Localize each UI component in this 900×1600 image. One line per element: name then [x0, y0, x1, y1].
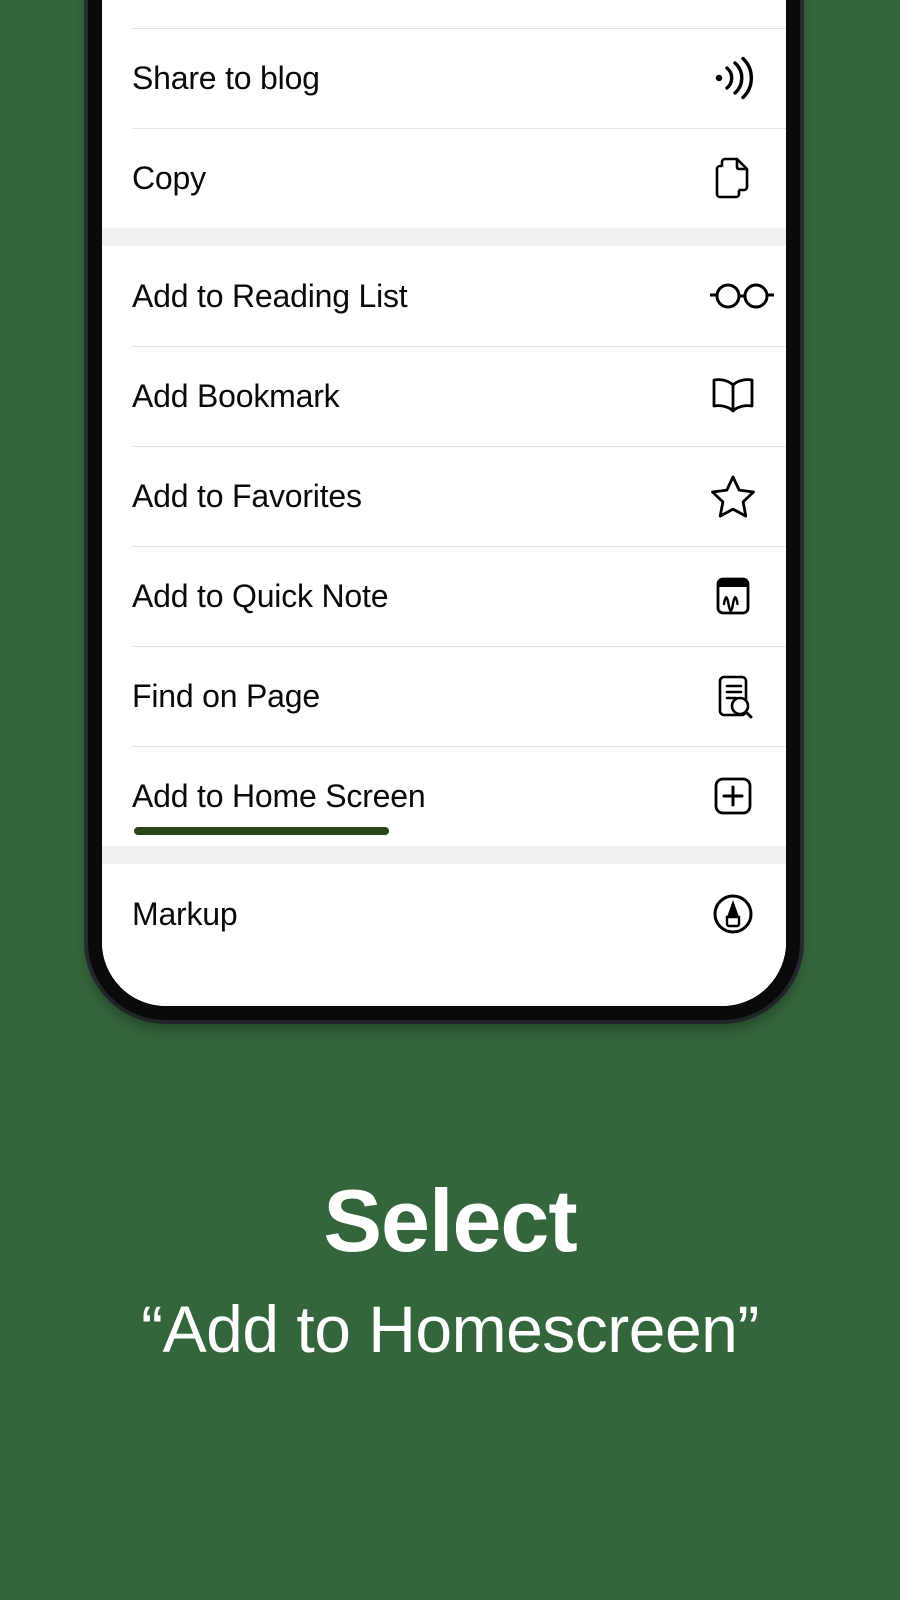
action-row-copy[interactable]: Copy — [102, 128, 786, 228]
caption-subtitle: “Add to Homescreen” — [0, 1293, 900, 1366]
action-group: Markup — [102, 864, 786, 964]
action-group: Add to Reading List — [102, 246, 786, 846]
action-row-add-to-home-screen[interactable]: Add to Home Screen — [102, 746, 786, 846]
caption-title: Select — [0, 1175, 900, 1267]
action-row-print[interactable]: Print — [102, 0, 786, 28]
action-row-label: Add to Reading List — [132, 278, 704, 315]
eyeglasses-icon — [704, 269, 780, 323]
action-row-find-on-page[interactable]: Find on Page — [102, 646, 786, 746]
action-row-add-to-reading-list[interactable]: Add to Reading List — [102, 246, 786, 346]
phone-device-frame: AirDrop Messages Mail X — [88, 0, 800, 1020]
action-row-add-to-favorites[interactable]: Add to Favorites — [102, 446, 786, 546]
list-bottom-padding — [102, 964, 786, 1006]
phone-display: AirDrop Messages Mail X — [102, 0, 786, 1006]
action-row-add-bookmark[interactable]: Add Bookmark — [102, 346, 786, 446]
action-group: Print — [102, 0, 786, 228]
action-row-share-to-blog[interactable]: Share to blog — [102, 28, 786, 128]
screenshot-root: AirDrop Messages Mail X — [0, 0, 900, 1600]
markup-pen-icon — [706, 887, 760, 941]
open-book-icon — [706, 369, 760, 423]
action-row-label: Add Bookmark — [132, 378, 706, 415]
group-separator — [102, 228, 786, 246]
caption-block: Select “Add to Homescreen” — [0, 1175, 900, 1366]
action-row-label: Markup — [132, 896, 706, 933]
broadcast-icon — [706, 51, 760, 105]
find-page-icon — [706, 669, 760, 723]
action-row-label: Share to blog — [132, 60, 706, 97]
action-row-markup[interactable]: Markup — [102, 864, 786, 964]
star-icon — [706, 469, 760, 523]
quick-note-icon — [706, 569, 760, 623]
copy-documents-icon — [706, 151, 760, 205]
add-square-icon — [706, 769, 760, 823]
action-row-label: Add to Home Screen — [132, 778, 706, 815]
share-sheet-action-list: Print — [102, 0, 786, 1006]
group-separator — [102, 846, 786, 864]
action-row-label: Add to Favorites — [132, 478, 706, 515]
action-row-label: Find on Page — [132, 678, 706, 715]
printer-icon — [706, 0, 760, 5]
action-row-label: Copy — [132, 160, 706, 197]
action-row-add-to-quick-note[interactable]: Add to Quick Note — [102, 546, 786, 646]
share-sheet: AirDrop Messages Mail X — [102, 0, 786, 1006]
action-row-label: Add to Quick Note — [132, 578, 706, 615]
